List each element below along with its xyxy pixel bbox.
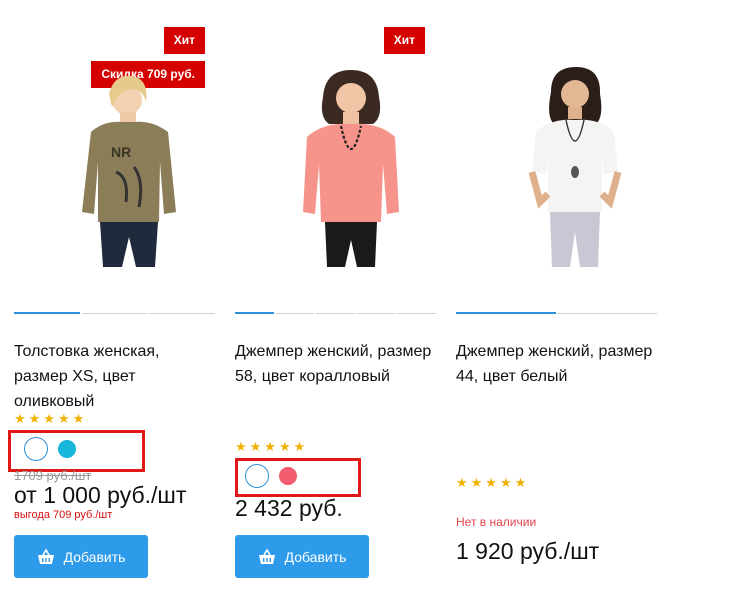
- rating-stars: ★★★★★: [456, 475, 530, 490]
- rating-stars: ★★★★★: [235, 439, 309, 454]
- product-title[interactable]: Джемпер женский, размер 44, цвет белый: [456, 339, 656, 389]
- savings-text: выгода 709 руб./шт: [14, 509, 113, 521]
- hit-badge: Хит: [383, 27, 425, 54]
- product-card: Хит Джемпер женский, размер 58, цвет кор…: [235, 0, 440, 589]
- price: 1 920 руб./шт: [456, 538, 600, 564]
- add-button-label: Добавить: [63, 548, 126, 565]
- basket-icon: [37, 547, 54, 564]
- svg-text:NR: NR: [111, 144, 131, 160]
- basket-icon: [258, 547, 275, 564]
- product-image[interactable]: NR: [54, 62, 204, 267]
- product-image[interactable]: [496, 62, 646, 267]
- add-to-cart-button[interactable]: Добавить: [235, 535, 369, 578]
- image-pager[interactable]: [14, 312, 216, 315]
- image-pager[interactable]: [456, 312, 657, 315]
- price: от 1 000 руб./шт: [14, 482, 187, 508]
- highlight-box: [8, 430, 145, 472]
- highlight-box: [235, 458, 361, 497]
- product-image[interactable]: [273, 62, 423, 267]
- old-price: 1709 руб./шт: [14, 468, 92, 483]
- price: 2 432 руб.: [235, 495, 343, 521]
- product-card: Джемпер женский, размер 44, цвет белый ★…: [456, 0, 661, 589]
- add-to-cart-button[interactable]: Добавить: [14, 535, 148, 578]
- hit-badge: Хит: [163, 27, 205, 54]
- product-card: Хит Скидка 709 руб. NR Толстовка женская…: [8, 0, 219, 589]
- product-title[interactable]: Толстовка женская, размер XS, цвет оливк…: [14, 339, 214, 414]
- stock-status: Нет в наличии: [456, 515, 537, 529]
- product-title[interactable]: Джемпер женский, размер 58, цвет коралло…: [235, 339, 435, 389]
- add-button-label: Добавить: [284, 548, 347, 565]
- rating-stars: ★★★★★: [14, 411, 88, 426]
- image-pager[interactable]: [235, 312, 436, 315]
